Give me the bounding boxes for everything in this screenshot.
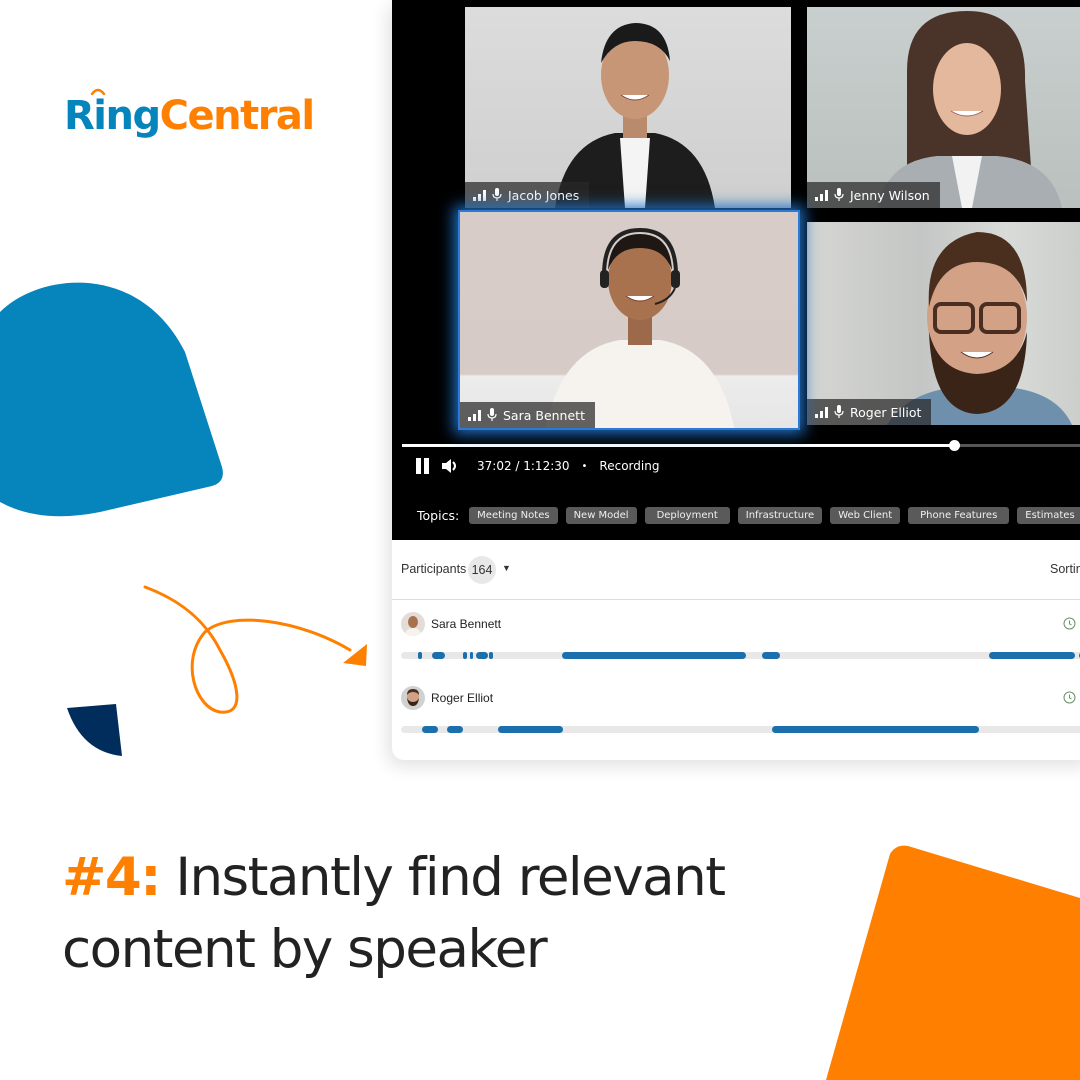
participant-name: Sara Bennett <box>431 617 502 631</box>
logo-part-ring: Ring <box>64 93 161 139</box>
topic-chip[interactable]: New Model <box>565 507 637 524</box>
signal-strength-icon <box>815 189 828 201</box>
decorative-blue-shape <box>0 282 223 517</box>
dropdown-caret-icon[interactable]: ▼ <box>502 563 511 573</box>
speaking-segment[interactable] <box>470 652 474 659</box>
participant-video-jacob <box>555 23 715 208</box>
sorting-control[interactable]: Sortin <box>1050 562 1080 576</box>
topics-bar: Topics: Meeting Notes New Model Deployme… <box>417 507 1080 524</box>
headline-text-1: Instantly find relevant <box>159 847 726 908</box>
name-tag: Roger Elliot <box>807 399 932 425</box>
speaking-segment[interactable] <box>447 726 464 733</box>
recording-status: Recording <box>599 459 660 473</box>
speaking-segment[interactable] <box>421 726 439 733</box>
speaker-timeline[interactable] <box>401 652 1080 659</box>
microphone-icon <box>487 408 497 421</box>
speaking-segment[interactable] <box>761 652 781 659</box>
decorative-orange-shape <box>826 845 1080 1080</box>
separator: • <box>581 460 588 472</box>
participants-label: Participants <box>401 562 467 576</box>
headline-number: #4: <box>62 847 161 908</box>
speaking-segment[interactable] <box>463 652 467 659</box>
playback-progress <box>402 444 954 447</box>
name-tag: Jenny Wilson <box>807 182 940 208</box>
participant-video-roger <box>887 232 1072 425</box>
participant-name: Jenny Wilson <box>850 187 930 203</box>
participant-name: Jacob Jones <box>508 187 580 203</box>
video-tile-sara-bennett-active[interactable]: Sara Bennett <box>458 210 800 430</box>
participant-name: Roger Elliot <box>850 404 922 420</box>
participant-row[interactable]: Sara Bennett <box>392 602 1080 676</box>
participant-video-sara <box>545 227 735 428</box>
speaking-segment[interactable] <box>432 652 446 659</box>
name-tag: Sara Bennett <box>460 402 595 428</box>
participant-name: Roger Elliot <box>431 691 494 705</box>
signal-strength-icon <box>468 409 481 421</box>
microphone-icon <box>834 405 844 418</box>
microphone-icon <box>492 188 502 201</box>
headline-line-1: #4: Instantly find relevant <box>62 842 726 914</box>
participant-video-jenny <box>877 11 1062 208</box>
avatar-roger-elliot <box>401 686 425 710</box>
playback-time: 37:02 / 1:12:30 <box>477 459 570 473</box>
topics-label: Topics: <box>417 508 460 523</box>
speaking-segment[interactable] <box>497 726 564 733</box>
topic-chip[interactable]: Estimates <box>1017 507 1080 524</box>
playback-controls: 37:02 / 1:12:30 • Recording <box>416 458 659 474</box>
participant-name: Sara Bennett <box>503 407 585 423</box>
clock-icon[interactable] <box>1063 691 1076 704</box>
topic-chip[interactable]: Web Client <box>830 507 901 524</box>
ringcentral-logo: RingCentral <box>64 88 316 139</box>
playback-scrubber[interactable] <box>402 440 1080 451</box>
speaking-segment[interactable] <box>475 652 488 659</box>
speaking-segment[interactable] <box>772 726 979 733</box>
speaker-timeline[interactable] <box>401 726 1080 733</box>
decorative-orange-arrow <box>143 585 367 714</box>
logo-part-central: Central <box>159 93 316 139</box>
video-tile-jenny-wilson[interactable]: Jenny Wilson <box>807 7 1080 208</box>
avatar-sara-bennett <box>401 612 425 636</box>
clock-icon[interactable] <box>1063 617 1076 630</box>
decorative-navy-wedge <box>67 704 122 756</box>
name-tag: Jacob Jones <box>465 182 590 208</box>
scrubber-handle[interactable] <box>949 440 960 451</box>
signal-strength-icon <box>473 189 486 201</box>
meeting-recording-panel: Jacob Jones Jenny Wilson Sara Bennett Ro… <box>392 0 1080 760</box>
logo-signal-icon <box>90 88 106 95</box>
headline: #4: Instantly find relevant content by s… <box>62 842 726 986</box>
speaking-segment[interactable] <box>418 652 422 659</box>
topic-chip[interactable]: Deployment <box>644 507 730 524</box>
speaking-segment[interactable] <box>988 652 1076 659</box>
video-tile-roger-elliot[interactable]: Roger Elliot <box>807 222 1080 425</box>
speaking-segment[interactable] <box>489 652 494 659</box>
pause-icon[interactable] <box>416 458 429 474</box>
video-tile-jacob-jones[interactable]: Jacob Jones <box>465 7 791 208</box>
volume-icon[interactable] <box>441 458 459 474</box>
participant-row[interactable]: Roger Elliot <box>392 676 1080 750</box>
signal-strength-icon <box>815 406 828 418</box>
topic-chip[interactable]: Infrastructure <box>737 507 823 524</box>
topic-chip[interactable]: Meeting Notes <box>469 507 558 524</box>
headline-line-2: content by speaker <box>62 919 548 980</box>
participants-count-badge: 164 <box>468 556 496 584</box>
microphone-icon <box>834 188 844 201</box>
video-area: Jacob Jones Jenny Wilson Sara Bennett Ro… <box>392 0 1080 540</box>
logo-ring-text: Ring <box>64 88 161 139</box>
topic-chip[interactable]: Phone Features <box>908 507 1010 524</box>
speaking-segment[interactable] <box>561 652 746 659</box>
participants-header: Participants 164 ▼ Sortin <box>392 540 1080 600</box>
